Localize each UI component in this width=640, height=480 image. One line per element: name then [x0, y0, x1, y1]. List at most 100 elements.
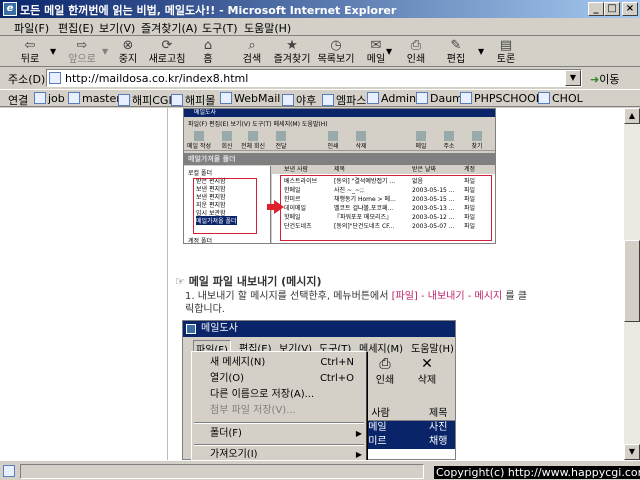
section-heading: ☞ 메일 파일 내보내기 (메시지)	[175, 275, 322, 288]
go-button[interactable]: ➜이동	[590, 71, 619, 87]
shot2-title-bar: 메일도사	[183, 321, 455, 337]
forward-arrow-icon: ⇨	[76, 38, 88, 53]
shot1-tool-icon	[194, 131, 204, 141]
shot2-delete-tool: ✕ 삭제	[417, 356, 437, 386]
title-bar: e 모든 메일 한꺼번에 읽는 비법, 메일도사!! - Microsoft I…	[0, 0, 640, 18]
shot1-highlight-box	[280, 175, 492, 241]
link-page-icon	[367, 92, 379, 104]
scroll-thumb[interactable]	[624, 240, 640, 322]
shot2-print-tool: ⎙ 인쇄	[375, 356, 395, 386]
menu-view[interactable]: 보기(V)	[99, 20, 135, 36]
history-icon: ◷	[330, 38, 342, 53]
back-dropdown-icon[interactable]: ▼	[50, 47, 56, 56]
link-page-icon	[282, 94, 294, 106]
dropdown-item: 가져오기(I) ▶	[192, 447, 366, 460]
shot1-list-header: 보낸 사람 제목 받은 날짜 계정	[272, 166, 495, 174]
shot1-tool: 전체 회신	[240, 131, 266, 150]
back-button[interactable]: ⇦ 뒤로	[6, 37, 54, 67]
app-icon	[186, 324, 196, 334]
mail-icon: ✉	[370, 38, 382, 53]
shot1-tool: 삭제	[348, 131, 374, 150]
link-item[interactable]: Daum	[416, 92, 463, 105]
page-icon	[49, 72, 61, 84]
discuss-icon: ▤	[499, 38, 513, 53]
menu-bar: 파일(F) 편집(E) 보기(V) 즐겨찾기(A) 도구(T) 도움말(H)	[0, 18, 640, 36]
dropdown-separator	[194, 444, 364, 446]
shot2-list-header: 낸 사람 제목	[355, 407, 455, 421]
link-item[interactable]: 엠파스	[322, 92, 366, 108]
edit-icon: ✎	[450, 38, 462, 53]
shot1-tool-icon	[444, 131, 454, 141]
link-item[interactable]: CHOL	[538, 92, 583, 105]
dropdown-item: 열기(O) Ctrl+O	[210, 373, 354, 384]
menu-file[interactable]: 파일(F)	[14, 20, 49, 36]
favorites-icon: ★	[286, 38, 298, 53]
link-page-icon	[538, 92, 550, 104]
link-page-icon	[118, 94, 130, 106]
home-icon: ⌂	[203, 38, 213, 53]
copyright-watermark: Copyright(c) http://www.happycgi.com	[434, 466, 640, 479]
address-input[interactable]: http://maildosa.co.kr/index8.html ▼	[46, 69, 582, 87]
toolbar: ⇦ 뒤로 ▼ ⇨ 앞으로 ▼ ⊗ 중지 ⟳ 새로고침 ⌂ 홈 ⌕ 검색 ★ 즐겨찾기 ◷ 목록보…	[0, 37, 640, 67]
menu-help[interactable]: 도움말(H)	[244, 20, 291, 36]
page-icon	[3, 465, 15, 477]
link-item[interactable]: WebMail	[220, 92, 280, 105]
links-label: 연결	[8, 94, 29, 107]
dropdown-item: 다른 이름으로 저장(A)...	[210, 389, 315, 400]
screenshot-mail-folders: 메일도사 파일(F) 편집(E) 보기(V) 도구(T) 메세지(M) 도움말(…	[183, 108, 496, 244]
shot1-tool: 전달	[268, 131, 294, 150]
minimize-button[interactable]: _	[588, 2, 604, 16]
divider	[167, 108, 168, 460]
stop-icon: ⊗	[122, 38, 134, 53]
link-item[interactable]: Admin	[367, 92, 416, 105]
shot1-tool: 주소	[436, 131, 462, 150]
link-item[interactable]: 해피CGI	[118, 92, 172, 108]
address-dropdown-icon[interactable]: ▼	[565, 70, 581, 86]
close-button[interactable]: ×	[622, 2, 638, 16]
shot1-tool-icon	[356, 131, 366, 141]
go-arrow-icon: ➜	[590, 73, 600, 86]
dropdown-item: 첨부 파일 저장(V)...	[210, 405, 296, 416]
search-icon: ⌕	[248, 38, 256, 53]
step-menu-path: [파일] - 내보내기 - 메시지	[391, 291, 503, 302]
menu-favorites[interactable]: 즐겨찾기(A)	[141, 20, 198, 36]
shot1-menu: 파일(F) 편집(E) 보기(V) 도구(T) 메세지(M) 도움말(H)	[188, 121, 328, 128]
print-icon: ⎙	[410, 38, 422, 53]
link-page-icon	[416, 92, 428, 104]
edit-button[interactable]: ✎ 편집	[432, 37, 480, 67]
links-bar: 연결 job master 해피CGI 해피몰 WebMail 야후 엠파스 A…	[0, 89, 640, 107]
forward-button[interactable]: ⇨ 앞으로	[58, 37, 106, 67]
scroll-down-icon[interactable]: ▼	[624, 444, 640, 460]
link-item[interactable]: 해피몰	[171, 92, 215, 108]
dropdown-item: 새 메세지(N) Ctrl+N	[210, 357, 354, 368]
shot1-tool: 메일 작성	[186, 131, 212, 150]
shot2-list-row: 한메일 사진	[355, 421, 455, 435]
home-button[interactable]: ⌂ 홈	[184, 37, 232, 67]
shot2-message-list: 낸 사람 제목 한메일 사진 한미르 채행	[355, 407, 455, 459]
discuss-button[interactable]: ▤ 토론	[482, 37, 530, 67]
link-item[interactable]: job	[34, 92, 65, 105]
shot1-tool-icon	[472, 131, 482, 141]
link-item[interactable]: 야후	[282, 92, 316, 108]
favorites-button[interactable]: ★ 즐겨찾기	[268, 37, 316, 67]
red-arrowhead-icon	[274, 200, 284, 214]
menu-tools[interactable]: 도구(T)	[202, 20, 238, 36]
shot1-tool-icon	[248, 131, 258, 141]
window-title: 모든 메일 한꺼번에 읽는 비법, 메일도사!! - Microsoft Int…	[20, 4, 397, 17]
link-page-icon	[68, 92, 80, 104]
shot1-tool-icon	[276, 131, 286, 141]
shot1-tool-icon	[328, 131, 338, 141]
shot1-tree-item: 계정 폴더	[188, 238, 212, 244]
back-arrow-icon: ⇦	[24, 38, 36, 53]
submenu-arrow-icon: ▶	[355, 450, 362, 459]
maximize-button[interactable]: □	[604, 2, 620, 16]
ie-icon: e	[3, 2, 17, 16]
address-label: 주소(D)	[8, 73, 46, 86]
status-text-cell	[20, 464, 424, 479]
link-item[interactable]: PHPSCHOOL	[460, 92, 542, 105]
menu-edit[interactable]: 편집(E)	[58, 20, 94, 36]
dropdown-separator	[194, 422, 364, 424]
link-item[interactable]: master	[68, 92, 121, 105]
link-page-icon	[34, 92, 46, 104]
scroll-up-icon[interactable]: ▲	[624, 108, 640, 124]
